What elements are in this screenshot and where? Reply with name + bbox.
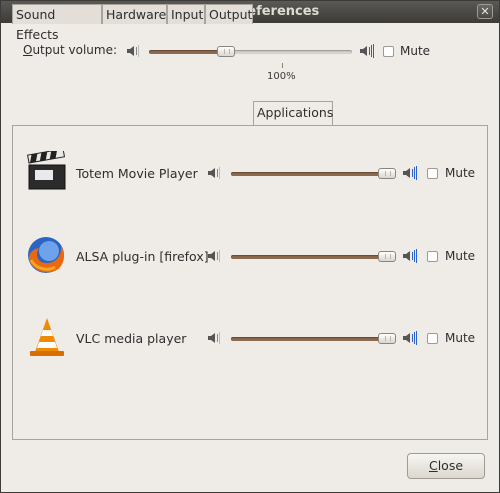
output-volume-label: Output volume: bbox=[23, 43, 118, 57]
speaker-low-icon bbox=[207, 249, 223, 263]
app-mute-label: Mute bbox=[445, 166, 476, 180]
app-name-totem: Totem Movie Player bbox=[76, 166, 198, 181]
app-mute-checkbox[interactable] bbox=[427, 333, 438, 344]
close-button[interactable]: Close bbox=[407, 453, 485, 479]
speaker-low-icon bbox=[126, 44, 142, 58]
firefox-icon bbox=[25, 234, 67, 276]
volume-100-tick bbox=[282, 63, 283, 68]
app-volume-thumb[interactable] bbox=[378, 333, 396, 344]
output-mute-label: Mute bbox=[400, 44, 431, 58]
app-volume-fill bbox=[231, 255, 394, 259]
tab-sound-effects[interactable]: Sound Effects bbox=[12, 4, 102, 42]
speaker-high-icon bbox=[402, 249, 418, 263]
volume-percent-label: 100% bbox=[267, 71, 296, 82]
app-volume-thumb[interactable] bbox=[378, 168, 396, 179]
app-volume-fill bbox=[231, 172, 394, 176]
app-mute-label: Mute bbox=[445, 249, 476, 263]
app-mute-checkbox[interactable] bbox=[427, 168, 438, 179]
speaker-low-icon bbox=[207, 331, 223, 345]
app-name-vlc: VLC media player bbox=[76, 331, 187, 346]
tab-hardware[interactable]: Hardware bbox=[102, 4, 167, 24]
tab-applications[interactable]: Applications bbox=[253, 101, 333, 125]
output-volume-fill bbox=[149, 50, 226, 54]
speaker-high-icon bbox=[402, 166, 418, 180]
speaker-low-icon bbox=[207, 166, 223, 180]
speaker-high-icon bbox=[402, 331, 418, 345]
speaker-high-icon bbox=[359, 44, 375, 58]
sound-preferences-window: Sound Preferences ✕ Output volume: 100% … bbox=[0, 0, 500, 493]
window-close-icon[interactable]: ✕ bbox=[477, 4, 493, 19]
output-mute-checkbox[interactable] bbox=[383, 46, 394, 57]
clapperboard-icon bbox=[27, 148, 69, 193]
tab-input[interactable]: Input bbox=[167, 4, 205, 24]
tab-output[interactable]: Output bbox=[205, 4, 253, 24]
app-mute-checkbox[interactable] bbox=[427, 251, 438, 262]
app-mute-label: Mute bbox=[445, 331, 476, 345]
app-name-firefox: ALSA plug-in [firefox] bbox=[76, 249, 209, 264]
app-volume-thumb[interactable] bbox=[378, 251, 396, 262]
app-volume-fill bbox=[231, 337, 394, 341]
output-volume-thumb[interactable] bbox=[217, 46, 235, 57]
vlc-cone-icon bbox=[26, 316, 68, 358]
